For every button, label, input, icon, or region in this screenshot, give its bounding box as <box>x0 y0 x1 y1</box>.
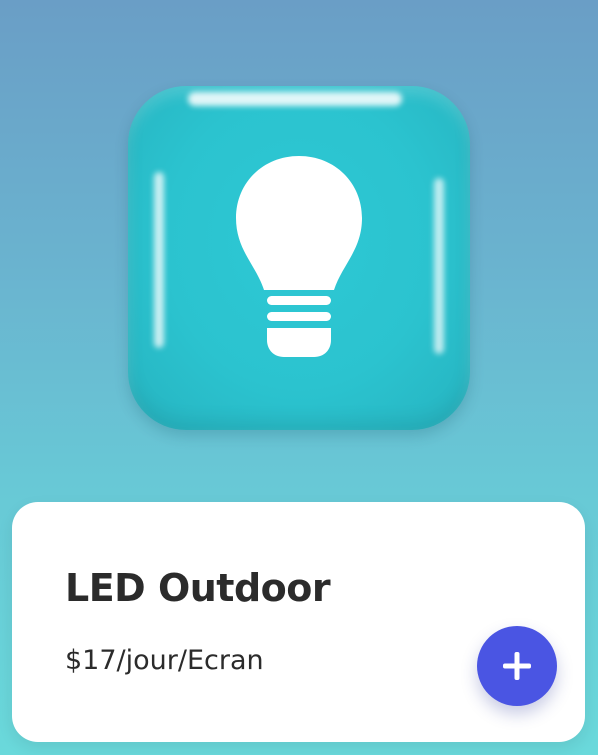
product-card[interactable]: LED Outdoor $17/jour/Ecran <box>12 502 585 742</box>
tile-gloss-right <box>434 178 444 354</box>
product-price: $17/jour/Ecran <box>65 645 264 676</box>
tile-gloss-top <box>188 92 402 106</box>
product-title: LED Outdoor <box>65 566 331 610</box>
plus-icon <box>503 652 531 680</box>
lightbulb-icon <box>236 156 362 357</box>
add-button[interactable] <box>477 626 557 706</box>
product-icon-tile <box>128 86 470 430</box>
tile-gloss-left <box>154 172 164 348</box>
